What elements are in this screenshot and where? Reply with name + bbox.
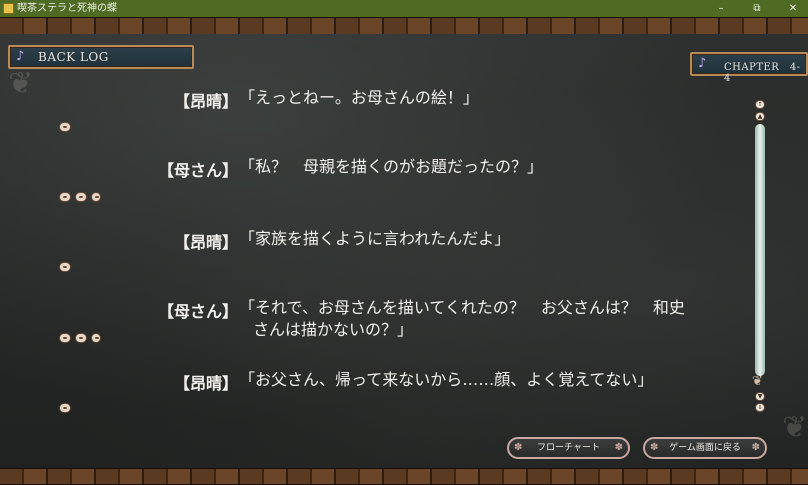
- scroll-top-button[interactable]: ⇑: [755, 100, 765, 109]
- wood-frame-top: [0, 17, 808, 35]
- chapter-label: CHAPTER 4-4: [724, 62, 801, 84]
- entry-speaker: 【昂晴】: [173, 92, 238, 111]
- backlog-header: ♪ BACK LOG: [8, 45, 194, 69]
- entry-text: 「お父さん、帰って来ないから……顔、よく覚えてない」: [239, 370, 654, 389]
- maximize-button[interactable]: ⧉: [743, 0, 771, 17]
- voice-icon[interactable]: [59, 122, 71, 132]
- backlog-title: BACK LOG: [38, 50, 109, 64]
- window-title: 喫茶ステラと死神の蝶: [17, 3, 117, 14]
- return-to-game-button[interactable]: ゲーム画面に戻る: [643, 437, 767, 459]
- swirl-ornament-left: ❦: [8, 66, 34, 101]
- music-note-icon: ♪: [16, 49, 25, 64]
- scrollbar-thumb[interactable]: [755, 124, 765, 376]
- scroll-bottom-button[interactable]: ⇓: [755, 403, 765, 412]
- entry-speaker: 【母さん】: [157, 302, 238, 321]
- scroll-up-button[interactable]: ▲: [755, 112, 765, 121]
- chapter-header: ♪ CHAPTER 4-4: [690, 52, 808, 84]
- entry-text: 「それで、お母さんを描いてくれたの？ お父さんは？ 和史: [239, 298, 685, 317]
- replay-icon[interactable]: [75, 333, 87, 343]
- voice-icon[interactable]: [59, 403, 71, 413]
- close-button[interactable]: ✕: [779, 0, 807, 17]
- voice-icon[interactable]: [59, 192, 71, 202]
- entry-text-continued: さんは描かないの？」: [253, 320, 414, 339]
- window-titlebar: 喫茶ステラと死神の蝶 – ⧉ ✕: [0, 0, 808, 17]
- entry-speaker: 【昂晴】: [173, 233, 238, 252]
- wood-frame-bottom: [0, 468, 808, 485]
- voice-icon[interactable]: [59, 333, 71, 343]
- app-icon: [3, 3, 14, 14]
- scroll-down-button[interactable]: ▼: [755, 392, 765, 401]
- minimize-button[interactable]: –: [707, 0, 735, 17]
- music-note-icon: ♪: [698, 56, 707, 71]
- entry-speaker: 【昂晴】: [173, 374, 238, 393]
- jump-icon[interactable]: [91, 333, 101, 343]
- swirl-ornament-right: ❦: [782, 410, 808, 445]
- replay-icon[interactable]: [75, 192, 87, 202]
- jump-icon[interactable]: [91, 192, 101, 202]
- butterfly-icon: ❦: [752, 374, 763, 389]
- entry-text: 「えっとねー。お母さんの絵！」: [239, 88, 479, 107]
- entry-text: 「私？ 母親を描くのがお題だったの？」: [239, 157, 544, 176]
- flowchart-button[interactable]: フローチャート: [507, 437, 630, 459]
- entry-speaker: 【母さん】: [157, 161, 238, 180]
- voice-icon[interactable]: [59, 262, 71, 272]
- entry-text: 「家族を描くように言われたんだよ」: [239, 229, 511, 248]
